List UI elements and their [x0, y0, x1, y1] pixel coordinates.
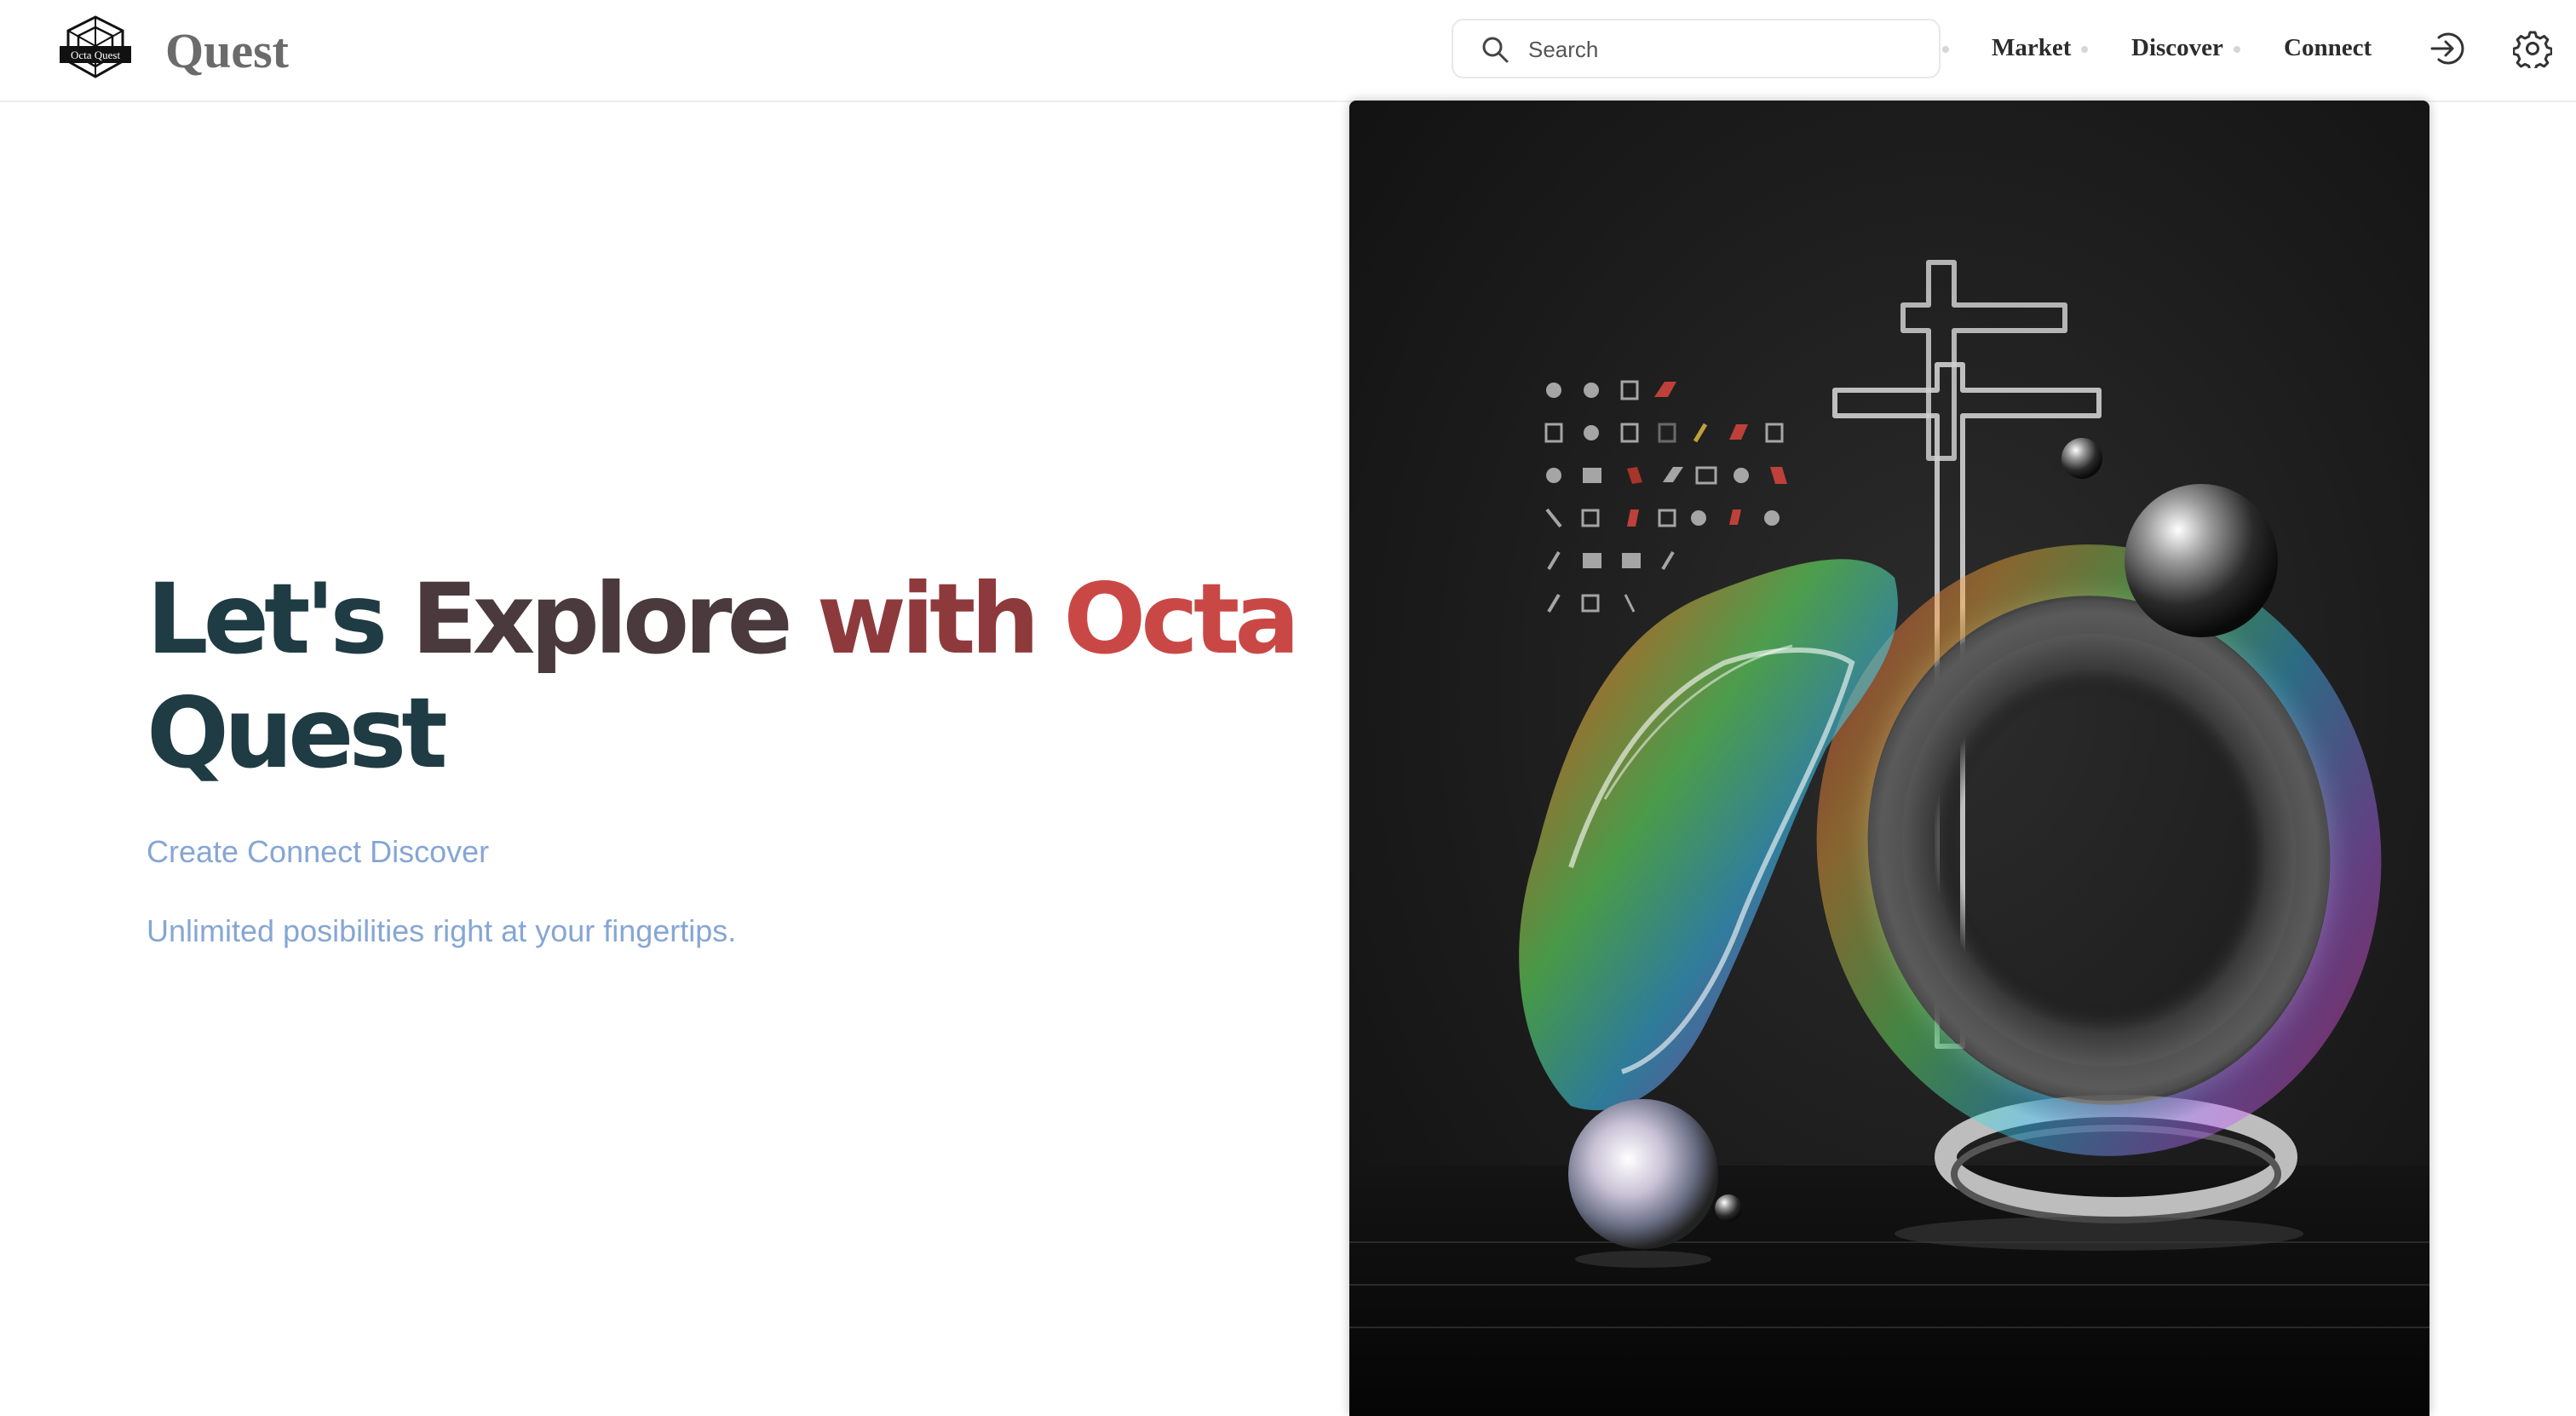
- brand-name[interactable]: Quest: [165, 19, 289, 83]
- hero-word: Explore: [411, 562, 793, 676]
- hero-tagline: Create Connect Discover: [147, 834, 490, 869]
- login-icon[interactable]: [2427, 29, 2466, 68]
- top-navbar: Octa Quest Quest Market Discover Connect: [0, 0, 2576, 102]
- nav-separator: [2234, 46, 2240, 53]
- gear-icon[interactable]: [2513, 29, 2552, 68]
- abstract-3d-artwork: [1349, 260, 2429, 1416]
- hero-word: Let's: [147, 562, 388, 676]
- search-box[interactable]: [1452, 19, 1941, 78]
- nav-separator: [1942, 46, 1949, 53]
- hero-word: Quest: [147, 676, 448, 790]
- logo-text: Octa Quest: [71, 49, 121, 61]
- nav-separator: [2081, 46, 2088, 53]
- logo-icon: Octa Quest: [60, 15, 131, 78]
- hero-heading: Let's Explore with Octa Quest: [147, 562, 1339, 791]
- search-icon: [1482, 37, 1509, 63]
- nav-connect-link[interactable]: Connect: [2284, 29, 2372, 66]
- nav-market-link[interactable]: Market: [1992, 29, 2071, 66]
- octa-quest-logo[interactable]: Octa Quest: [56, 14, 135, 85]
- hero-artwork: [1349, 101, 2429, 1416]
- nav-discover-link[interactable]: Discover: [2131, 29, 2223, 66]
- hero-word: Octa: [1063, 562, 1300, 676]
- hero-subtitle: Unlimited posibilities right at your fin…: [147, 913, 737, 948]
- hero-word: with: [816, 562, 1040, 676]
- search-input[interactable]: [1527, 20, 1922, 78]
